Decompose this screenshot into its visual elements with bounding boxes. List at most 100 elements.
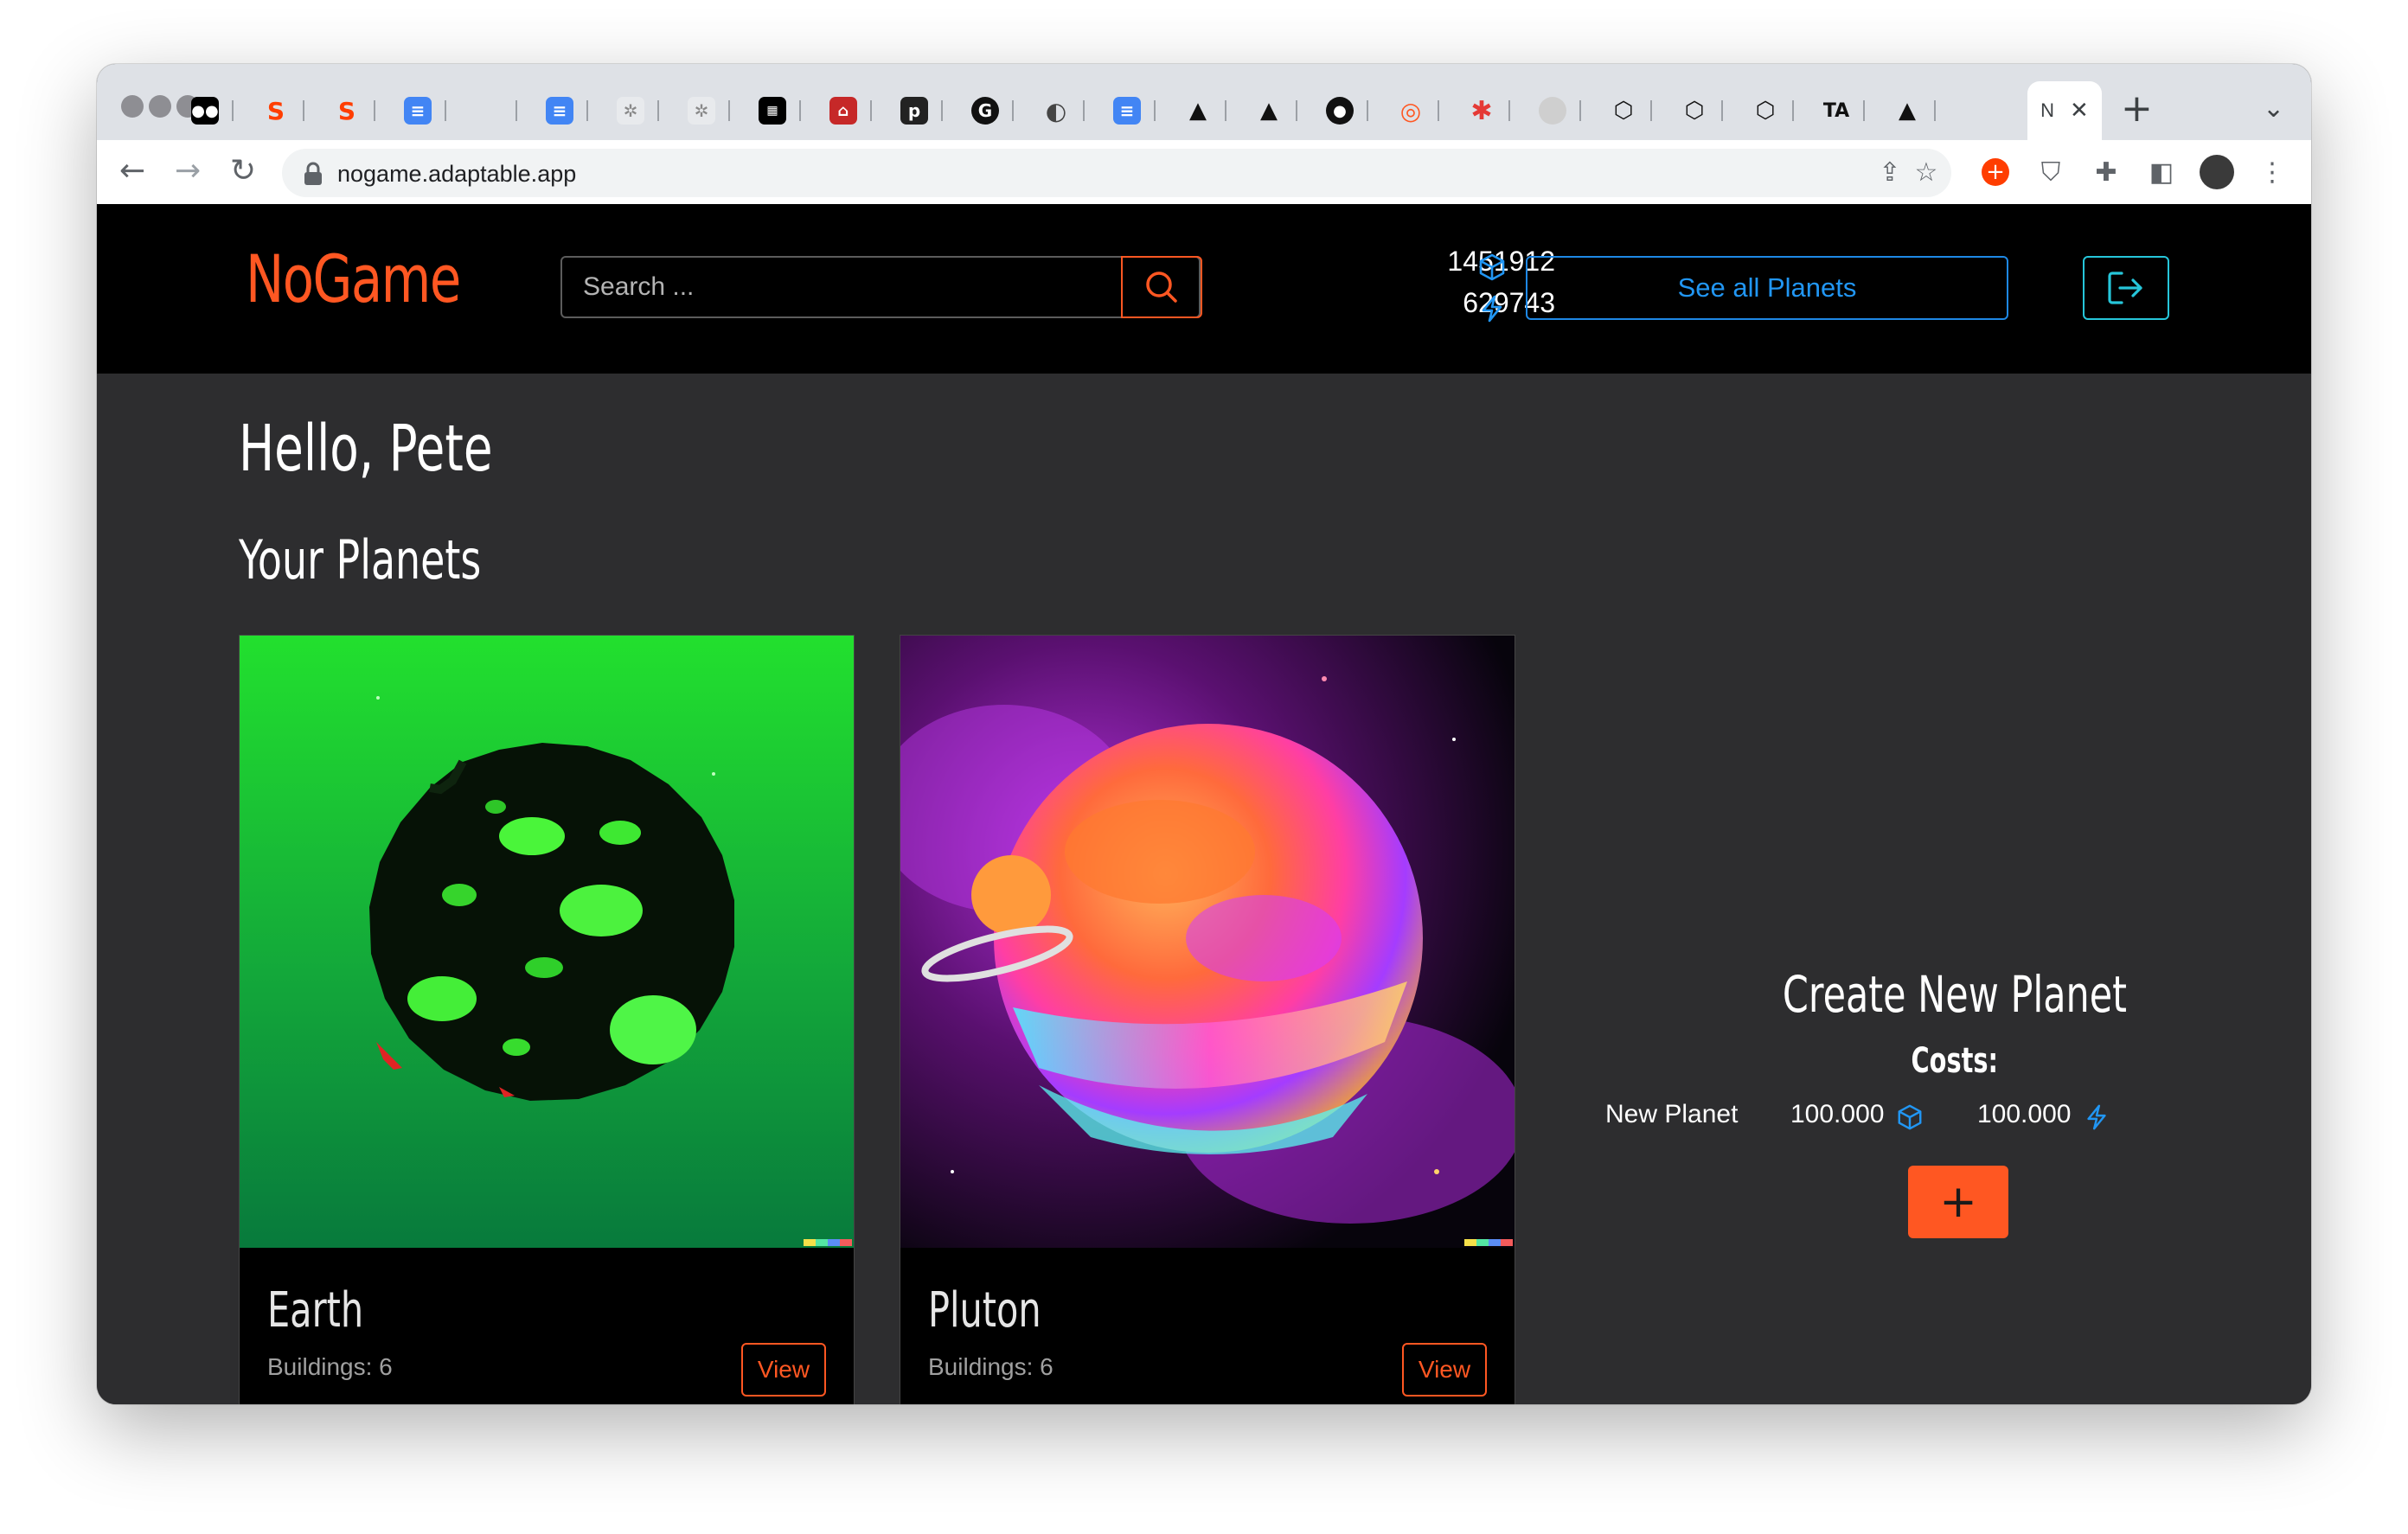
svelte-icon: S — [337, 96, 356, 125]
url-text: nogame.adaptable.app — [337, 161, 577, 187]
lightning-icon — [2087, 1104, 2106, 1130]
tab-docs-1[interactable]: ≡ — [389, 81, 446, 140]
energy-resource-value: 629743 — [1463, 287, 1555, 318]
bookmark-star-icon[interactable]: ☆ — [1906, 152, 1946, 192]
astro-icon: ▲ — [1189, 98, 1207, 124]
tab-svelte-2[interactable]: S — [318, 81, 375, 140]
tab-codepen-1[interactable]: ⬡ — [1595, 81, 1652, 140]
tab-sphere[interactable] — [1524, 81, 1581, 140]
head-icon: ◐ — [1045, 96, 1067, 125]
planet-buildings-pluton: Buildings: 6 — [928, 1353, 1054, 1380]
tab-dots-2[interactable]: ✲ — [673, 81, 730, 140]
close-window-dot[interactable] — [121, 95, 144, 118]
tab-dots-1[interactable]: ✲ — [602, 81, 659, 140]
view-earth-button[interactable]: View — [741, 1343, 826, 1397]
astro-icon: ▲ — [1899, 98, 1916, 124]
tab-blank[interactable] — [460, 81, 517, 140]
back-icon[interactable]: ← — [119, 152, 145, 190]
logout-button[interactable] — [2083, 256, 2169, 320]
share-icon[interactable]: ⇪ — [1870, 152, 1910, 192]
forward-icon[interactable]: → — [175, 152, 201, 190]
tab-docs-2[interactable]: ≡ — [531, 81, 588, 140]
cube-resource-value: 1451912 — [1447, 246, 1555, 277]
tab-g[interactable]: G — [957, 81, 1014, 140]
create-planet-title: Create New Planet — [1782, 965, 2128, 1024]
tab-svelte-1[interactable]: S — [247, 81, 304, 140]
cube-icon — [1479, 253, 1505, 281]
view-pluton-button[interactable]: View — [1402, 1343, 1487, 1397]
ring-icon: ◎ — [1399, 96, 1422, 125]
tab-docs-3[interactable]: ≡ — [1098, 81, 1156, 140]
shield-extension-icon[interactable]: ⛉ — [2031, 152, 2071, 192]
planet-card-pluton: Pluton Buildings: 6 View — [900, 635, 1515, 1404]
google-docs-icon: ≡ — [1113, 97, 1141, 125]
tab-strip: ●● S S ≡ ≡ ✲ ✲ ▦ ⌂ p G ◐ ≡ ▲ ▲ ● ◎ ✱ ⬡ ⬡… — [97, 64, 2311, 140]
astro-icon: ▲ — [1260, 98, 1278, 124]
dots-icon: ✲ — [617, 97, 644, 125]
tab-museum[interactable]: ⌂ — [815, 81, 872, 140]
grid-logo-icon: ▦ — [759, 97, 786, 125]
add-planet-button[interactable]: + — [1908, 1166, 2008, 1238]
minimize-window-dot[interactable] — [149, 95, 171, 118]
lightning-icon — [1482, 295, 1502, 323]
browser-toolbar: ← → ↻ nogame.adaptable.app ⇪ ☆ + ⛉ ✚ ◧ ⋮ — [97, 140, 2311, 206]
dots-icon: ✲ — [688, 97, 715, 125]
github-icon: ● — [1326, 97, 1354, 125]
chrome-menu-icon[interactable]: ⋮ — [2252, 152, 2292, 192]
extensions-puzzle-icon[interactable]: ✚ — [2086, 152, 2126, 192]
tab-head[interactable]: ◐ — [1028, 81, 1085, 140]
planet-name-pluton: Pluton — [928, 1282, 1041, 1339]
codepen-icon: ⬡ — [1755, 98, 1776, 124]
tab-astro-1[interactable]: ▲ — [1169, 81, 1226, 140]
address-bar[interactable]: nogame.adaptable.app ⇪ ☆ — [282, 149, 1951, 197]
greeting-heading: Hello, Pete — [239, 412, 493, 486]
tab-grid[interactable]: ▦ — [744, 81, 801, 140]
lock-icon — [304, 162, 322, 185]
cost-item-label: New Planet — [1605, 1100, 1739, 1128]
extension-red-icon[interactable]: + — [1976, 152, 2015, 192]
costs-label: Costs: — [1911, 1041, 1999, 1081]
tab-codepen-2[interactable]: ⬡ — [1666, 81, 1723, 140]
blank-page-icon — [475, 97, 503, 125]
tab-medium[interactable]: ●● — [176, 81, 234, 140]
logout-icon — [2108, 272, 2142, 304]
tab-codepen-3[interactable]: ⬡ — [1737, 81, 1794, 140]
tab-p[interactable]: p — [886, 81, 943, 140]
tab-github[interactable]: ● — [1311, 81, 1368, 140]
search-input[interactable] — [562, 258, 1121, 316]
your-planets-heading: Your Planets — [239, 528, 482, 591]
sphere-icon — [1539, 97, 1566, 125]
search-box — [560, 256, 1202, 318]
page-content: NoGame 1451912 629743 See all Planets — [97, 204, 2311, 1404]
tab-ta[interactable]: TA — [1808, 81, 1865, 140]
profile-avatar[interactable] — [2197, 152, 2237, 192]
cube-cost-value: 100.000 — [1790, 1100, 1885, 1128]
p-logo-icon: p — [900, 97, 928, 125]
cube-icon — [1898, 1104, 1922, 1130]
close-tab-icon[interactable]: ✕ — [2070, 98, 2089, 124]
google-docs-icon: ≡ — [546, 97, 573, 125]
app-navbar: NoGame 1451912 629743 See all Planets — [97, 204, 2311, 374]
plus-icon: + — [1939, 1176, 1977, 1228]
planet-buildings-earth: Buildings: 6 — [267, 1353, 393, 1380]
google-docs-icon: ≡ — [404, 97, 432, 125]
search-icon — [1146, 272, 1177, 303]
g-logo-icon: G — [971, 97, 999, 125]
tab-ring[interactable]: ◎ — [1382, 81, 1439, 140]
tab-nogame-active[interactable]: N ✕ — [2027, 81, 2102, 140]
active-tab-label: N — [2040, 99, 2055, 121]
planet-card-earth: Earth Buildings: 6 View — [239, 635, 855, 1404]
reload-icon[interactable]: ↻ — [230, 152, 256, 190]
pluton-planet-image — [900, 636, 1515, 1248]
see-all-planets-button[interactable]: See all Planets — [1526, 256, 2008, 320]
tab-astro-2[interactable]: ▲ — [1240, 81, 1297, 140]
brand-logo[interactable]: NoGame — [246, 240, 461, 317]
new-tab-button[interactable]: + — [2121, 86, 2153, 131]
search-button[interactable] — [1121, 256, 1202, 318]
museum-icon: ⌂ — [829, 97, 857, 125]
earth-planet-image — [240, 636, 854, 1248]
tab-asterisk[interactable]: ✱ — [1453, 81, 1510, 140]
tab-astro-3[interactable]: ▲ — [1879, 81, 1936, 140]
tab-search-button[interactable]: ⌄ — [2263, 93, 2284, 124]
side-panel-icon[interactable]: ◧ — [2142, 152, 2181, 192]
